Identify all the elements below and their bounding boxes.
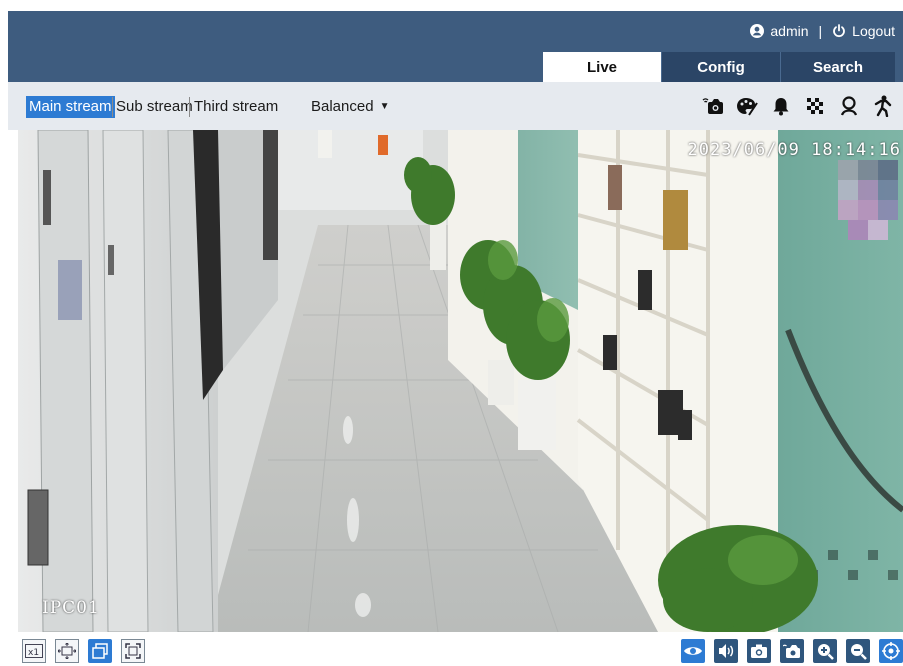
audio-icon[interactable] [714, 639, 738, 663]
svg-text:x1: x1 [28, 648, 39, 658]
tab-config[interactable]: Config [661, 52, 780, 82]
logout-link[interactable]: Logout [852, 23, 895, 39]
osd-timestamp: 2023/06/09 18:14:16 [687, 140, 901, 160]
osd-channel-name: IPC01 [42, 598, 100, 618]
chevron-down-icon: ▼ [379, 101, 390, 112]
fit-stretch-icon[interactable] [55, 639, 79, 663]
mosaic-icon[interactable] [803, 94, 827, 118]
user-separator: | [818, 23, 823, 39]
face-detection-icon[interactable] [837, 94, 861, 118]
zoom-in-icon[interactable] [813, 639, 837, 663]
window-mode-icon[interactable] [88, 639, 112, 663]
fullscreen-icon[interactable] [121, 639, 145, 663]
function-icons [701, 94, 895, 118]
top-header: admin | Logout Live Config Search [8, 11, 903, 82]
quality-value: Balanced [311, 98, 374, 115]
original-size-icon[interactable]: x1 [22, 639, 46, 663]
snapshot-icon[interactable] [747, 639, 771, 663]
camera-feed-image [18, 130, 903, 632]
quality-dropdown[interactable]: Balanced ▼ [311, 96, 389, 118]
user-icon [750, 24, 765, 38]
record-icon[interactable] [780, 639, 804, 663]
main-stream-option[interactable]: Main stream [26, 96, 115, 118]
stream-divider [189, 97, 190, 117]
third-stream-option[interactable]: Third stream [191, 96, 281, 118]
palette-icon[interactable] [735, 94, 759, 118]
user-area: admin | Logout [750, 23, 895, 39]
record-icon[interactable] [701, 94, 725, 118]
person-detection-icon[interactable] [871, 94, 895, 118]
sub-stream-option[interactable]: Sub stream [113, 96, 196, 118]
tab-search[interactable]: Search [780, 52, 895, 82]
username-label: admin [770, 23, 809, 39]
eye-icon[interactable] [681, 639, 705, 663]
tab-live[interactable]: Live [543, 52, 661, 82]
main-tabs: Live Config Search [543, 52, 895, 82]
live-video-view[interactable]: 2023/06/09 18:14:16 IPC01 [18, 130, 903, 632]
power-icon[interactable] [832, 24, 846, 38]
ptz-icon[interactable] [879, 639, 903, 663]
bottom-toolbar: x1 [18, 637, 903, 666]
zoom-out-icon[interactable] [846, 639, 870, 663]
stream-toolbar: Main stream Sub stream Third stream Bala… [8, 82, 903, 130]
alarm-bell-icon[interactable] [769, 94, 793, 118]
